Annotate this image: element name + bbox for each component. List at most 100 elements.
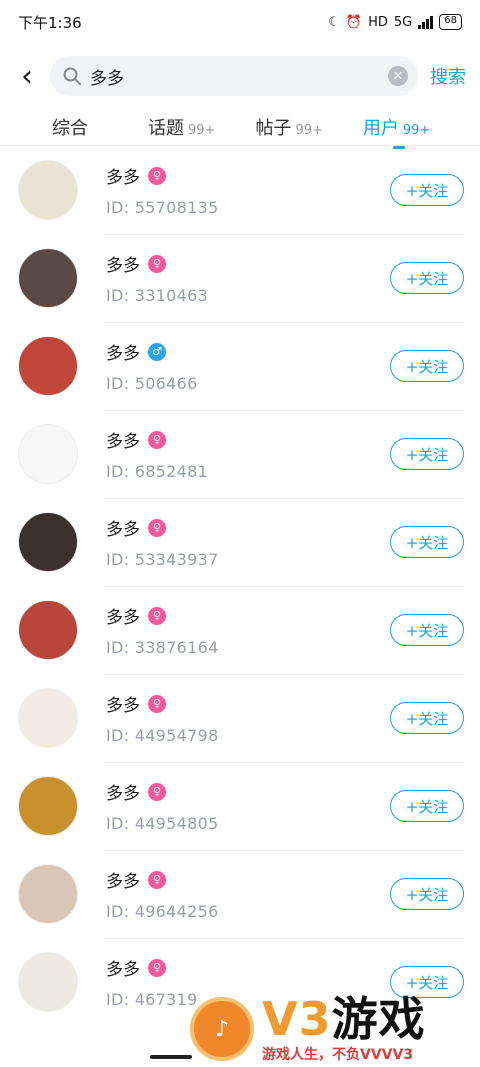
search-icon [63,67,81,85]
watermark-slogan: 游戏人生，不负VVVV3 [262,1047,414,1063]
user-row[interactable]: 多多 ♀ ID: 49644256 +关注 [0,850,480,938]
tab-count: 99+ [295,122,323,138]
user-row[interactable]: 多多 ♂ ID: 506466 +关注 [0,322,480,410]
signal-icon [418,15,434,29]
follow-button[interactable]: +关注 [390,702,464,734]
user-row[interactable]: 多多 ♀ ID: 44954798 +关注 [0,674,480,762]
tab-label: 用户 [362,117,399,139]
alarm-icon: ⏰ [345,14,363,30]
user-id: ID: 49644256 [106,902,219,921]
user-row[interactable]: 多多 ♀ ID: 55708135 +关注 [0,146,480,234]
tab-count: 99+ [402,122,431,138]
follow-button[interactable]: +关注 [390,438,464,470]
user-id: ID: 53343937 [106,550,219,569]
user-name: 多多 [106,520,140,540]
hd-icon: HD [368,14,388,30]
follow-button[interactable]: +关注 [390,350,464,382]
avatar[interactable] [18,688,78,748]
avatar[interactable] [18,248,78,308]
search-bar: ‹ ✕ 搜索 [0,44,480,108]
user-info: 多多 ♀ ID: 3310463 [106,251,390,305]
user-name: 多多 [106,344,140,364]
follow-button[interactable]: +关注 [390,526,464,558]
user-name: 多多 [106,256,140,276]
watermark: ♪ V3游戏 游戏人生，不负VVVV3 [190,991,480,1067]
user-row[interactable]: 多多 ♀ ID: 6852481 +关注 [0,410,480,498]
follow-button[interactable]: +关注 [390,262,464,294]
user-id: ID: 506466 [106,374,198,393]
user-id: ID: 3310463 [106,286,209,305]
clear-icon[interactable]: ✕ [388,66,408,86]
tab-users[interactable]: 用户 99+ [362,114,431,149]
follow-button[interactable]: +关注 [390,790,464,822]
tab-label: 综合 [52,117,88,139]
tab-posts[interactable]: 帖子 99+ [255,114,322,140]
search-button[interactable]: 搜索 [428,63,466,89]
female-icon: ♀ [148,430,166,449]
search-input[interactable] [90,66,380,86]
avatar[interactable] [18,424,78,484]
female-icon: ♀ [148,518,166,537]
avatar[interactable] [18,160,78,220]
follow-button[interactable]: +关注 [390,174,464,206]
avatar[interactable] [18,336,78,396]
female-icon: ♀ [148,782,166,801]
watermark-logo: ♪ [190,997,254,1061]
user-name: 多多 [106,432,140,452]
avatar[interactable] [18,952,78,1012]
tab-all[interactable]: 综合 [52,114,88,140]
female-icon: ♀ [148,606,166,625]
user-row[interactable]: 多多 ♀ ID: 44954805 +关注 [0,762,480,850]
female-icon: ♀ [148,254,166,273]
user-id: ID: 44954798 [106,726,219,745]
user-info: 多多 ♀ ID: 33876164 [106,603,390,657]
tab-count: 99+ [188,122,216,138]
watermark-brand: V3 [262,992,332,1046]
user-info: 多多 ♂ ID: 506466 [106,339,390,393]
female-icon: ♀ [148,694,166,713]
user-id: ID: 55708135 [106,198,219,217]
user-id: ID: 6852481 [106,462,209,481]
chevron-left-icon[interactable]: ‹ [14,56,40,96]
user-row[interactable]: 多多 ♀ ID: 3310463 +关注 [0,234,480,322]
avatar[interactable] [18,776,78,836]
home-indicator[interactable] [150,1055,192,1059]
battery-icon: 68 [439,14,462,30]
watermark-brand-cn: 游戏 [331,992,426,1046]
user-row[interactable]: 多多 ♀ ID: 53343937 +关注 [0,498,480,586]
user-name: 多多 [106,872,140,892]
user-row[interactable]: 多多 ♀ ID: 33876164 +关注 [0,586,480,674]
user-list: 多多 ♀ ID: 55708135 +关注 多多 ♀ ID: 3310463 +关注 多多 ♂ ID… [0,146,480,1026]
search-box[interactable]: ✕ [50,56,418,96]
status-icons: ☾ ⏰ HD 5G 68 [328,14,462,30]
status-bar: 下午1:36 ☾ ⏰ HD 5G 68 [0,0,480,44]
network-label: 5G [393,14,413,30]
avatar[interactable] [18,512,78,572]
tab-bar: 综合 话题 99+ 帖子 99+ 用户 99+ [0,108,480,149]
follow-button[interactable]: +关注 [390,878,464,910]
moon-icon: ☾ [328,14,340,30]
tab-topics[interactable]: 话题 99+ [148,114,215,140]
tab-label: 话题 [148,117,184,139]
male-icon: ♂ [148,342,166,361]
user-name: 多多 [106,696,140,716]
female-icon: ♀ [148,958,166,977]
status-time: 下午1:36 [18,13,82,32]
user-info: 多多 ♀ ID: 55708135 [106,163,390,217]
user-name: 多多 [106,784,140,804]
user-info: 多多 ♀ ID: 53343937 [106,515,390,569]
user-info: 多多 ♀ ID: 44954798 [106,691,390,745]
user-info: 多多 ♀ ID: 44954805 [106,779,390,833]
follow-button[interactable]: +关注 [390,614,464,646]
user-info: 多多 ♀ ID: 6852481 [106,427,390,481]
female-icon: ♀ [148,870,166,889]
user-name: 多多 [106,168,140,188]
user-id: ID: 44954805 [106,814,219,833]
avatar[interactable] [18,864,78,924]
tab-label: 帖子 [255,117,292,139]
user-id: ID: 33876164 [106,638,219,657]
user-name: 多多 [106,608,140,628]
user-name: 多多 [106,960,140,980]
user-info: 多多 ♀ ID: 49644256 [106,867,390,921]
avatar[interactable] [18,600,78,660]
